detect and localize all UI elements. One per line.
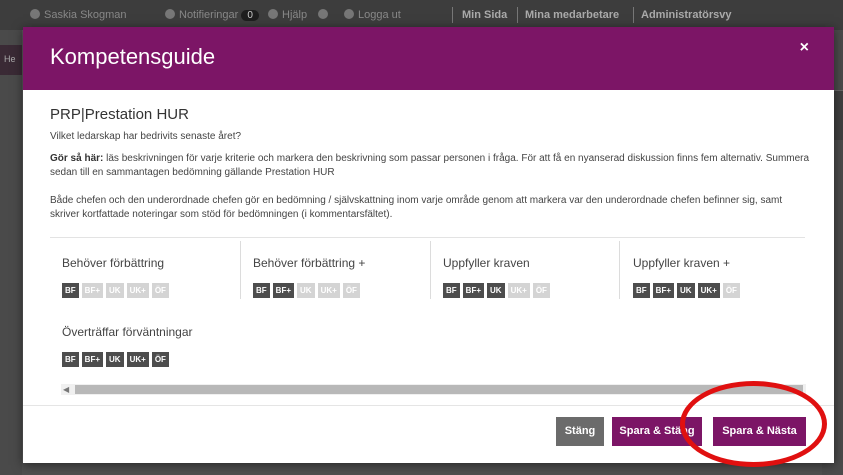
criterion: Uppfyller kraven BF BF+ UK UK+ ÖF <box>443 256 550 298</box>
save-and-next-button[interactable]: Spara & Nästa <box>713 417 806 446</box>
background-bottom-bar <box>22 462 822 475</box>
nav-my-employees[interactable]: Mina medarbetare <box>525 9 619 21</box>
badge-bf-plus[interactable]: BF+ <box>652 283 675 298</box>
criterion: Behöver förbättring BF BF+ UK UK+ ÖF <box>62 256 169 298</box>
footer-divider <box>23 405 834 406</box>
column-divider <box>430 241 431 299</box>
info-icon <box>318 9 328 19</box>
criterion-label: Behöver förbättring + <box>253 256 366 270</box>
nav-admin-view[interactable]: Administratörsvy <box>641 9 731 21</box>
badge-bf[interactable]: BF <box>62 283 79 298</box>
logout-label: Logga ut <box>358 9 401 21</box>
rating-badges: BF BF+ UK UK+ ÖF <box>633 283 740 298</box>
modal-title: Kompetensguide <box>50 44 216 69</box>
badge-uk-plus[interactable]: UK+ <box>126 352 149 367</box>
rating-badges: BF BF+ UK UK+ ÖF <box>443 283 550 298</box>
modal-header: Kompetensguide × <box>23 27 834 90</box>
column-divider <box>619 241 620 299</box>
bell-icon <box>165 9 175 19</box>
competence-guide-modal: Kompetensguide × PRP|Prestation HUR Vilk… <box>23 27 834 463</box>
badge-of[interactable]: ÖF <box>532 283 550 298</box>
notifications-menu[interactable]: Notifieringar 0 <box>165 9 259 21</box>
criterion-label: Överträffar förväntningar <box>62 325 193 339</box>
criterion-label: Uppfyller kraven <box>443 256 530 270</box>
horizontal-scrollbar[interactable]: ◀ <box>61 384 806 395</box>
info-button[interactable] <box>318 9 332 21</box>
question-text: Vilket ledarskap har bedrivits senaste å… <box>50 131 242 142</box>
notifications-count-badge: 0 <box>241 10 259 21</box>
nav-divider <box>452 7 453 23</box>
badge-bf[interactable]: BF <box>443 283 460 298</box>
sidebar-item-active[interactable]: He <box>0 45 22 75</box>
column-divider <box>240 241 241 299</box>
criterion-label: Behöver förbättring <box>62 256 165 270</box>
badge-bf-plus[interactable]: BF+ <box>81 283 104 298</box>
badge-of[interactable]: ÖF <box>722 283 740 298</box>
criterion: Uppfyller kraven + BF BF+ UK UK+ ÖF <box>633 256 740 298</box>
nav-divider <box>517 7 518 23</box>
badge-bf[interactable]: BF <box>633 283 650 298</box>
badge-of[interactable]: ÖF <box>151 352 169 367</box>
rating-badges: BF BF+ UK UK+ ÖF <box>62 352 193 367</box>
user-menu[interactable]: Saskia Skogman <box>30 9 127 21</box>
badge-bf-plus[interactable]: BF+ <box>272 283 295 298</box>
user-name: Saskia Skogman <box>44 9 127 21</box>
sidebar-item-label: He <box>4 54 16 64</box>
badge-bf[interactable]: BF <box>253 283 270 298</box>
section-title: PRP|Prestation HUR <box>50 106 189 123</box>
badge-of[interactable]: ÖF <box>151 283 169 298</box>
badge-of[interactable]: ÖF <box>342 283 360 298</box>
scroll-left-arrow-icon[interactable]: ◀ <box>63 384 69 395</box>
badge-uk-plus[interactable]: UK+ <box>697 283 720 298</box>
close-button[interactable]: Stäng <box>556 417 604 446</box>
user-icon <box>30 9 40 19</box>
nav-my-page[interactable]: Min Sida <box>462 9 507 21</box>
help-link[interactable]: Hjälp <box>268 9 307 21</box>
instructions-text-2: Både chefen och den underordnade chefen … <box>50 195 783 220</box>
save-and-close-button[interactable]: Spara & Stäng <box>612 417 702 446</box>
badge-bf[interactable]: BF <box>62 352 79 367</box>
rating-badges: BF BF+ UK UK+ ÖF <box>253 283 365 298</box>
rating-badges: BF BF+ UK UK+ ÖF <box>62 283 169 298</box>
badge-uk[interactable]: UK <box>106 283 124 298</box>
notifications-label: Notifieringar <box>179 9 239 21</box>
criterion: Behöver förbättring + BF BF+ UK UK+ ÖF <box>253 256 365 298</box>
badge-uk[interactable]: UK <box>487 283 505 298</box>
badge-bf-plus[interactable]: BF+ <box>462 283 485 298</box>
badge-uk[interactable]: UK <box>106 352 124 367</box>
logout-icon <box>344 9 354 19</box>
badge-uk[interactable]: UK <box>677 283 695 298</box>
criterion: Överträffar förväntningar BF BF+ UK UK+ ÖF <box>62 325 193 367</box>
badge-bf-plus[interactable]: BF+ <box>81 352 104 367</box>
close-icon[interactable]: × <box>800 39 809 57</box>
badge-uk-plus[interactable]: UK+ <box>507 283 530 298</box>
sidebar <box>0 30 22 475</box>
scrollbar-thumb[interactable] <box>75 385 803 394</box>
badge-uk[interactable]: UK <box>297 283 315 298</box>
instructions-body: läs beskrivningen för varje kriterie och… <box>50 153 810 178</box>
instructions-text: Gör så här: läs beskrivningen för varje … <box>50 152 810 180</box>
criterion-label: Uppfyller kraven + <box>633 256 731 270</box>
badge-uk-plus[interactable]: UK+ <box>317 283 340 298</box>
nav-divider <box>633 7 634 23</box>
top-bar: Saskia Skogman Notifieringar 0 Hjälp Logg… <box>0 0 843 30</box>
badge-uk-plus[interactable]: UK+ <box>126 283 149 298</box>
instructions-bold: Gör så här: <box>50 153 104 164</box>
help-icon <box>268 9 278 19</box>
logout-link[interactable]: Logga ut <box>344 9 401 21</box>
help-label: Hjälp <box>282 9 308 21</box>
divider <box>50 237 805 238</box>
